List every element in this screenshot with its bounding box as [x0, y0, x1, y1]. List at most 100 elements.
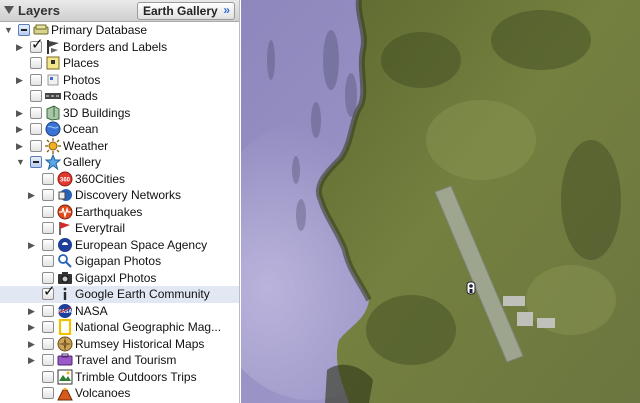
layer-checkbox[interactable]: [30, 73, 42, 86]
layer-row[interactable]: ▶ Weather: [0, 137, 239, 155]
collapsed-triangle-icon[interactable]: ▶: [16, 124, 23, 134]
layer-row[interactable]: Places: [0, 55, 239, 72]
layer-label: National Geographic Mag...: [75, 320, 222, 334]
layer-label: Weather: [63, 138, 109, 153]
esa-icon: [57, 237, 73, 253]
layers-panel-header: Layers Earth Gallery »: [0, 0, 239, 22]
layer-checkbox[interactable]: [30, 90, 42, 102]
expanded-triangle-icon[interactable]: ▼: [4, 25, 13, 35]
layer-row[interactable]: ▶ European Space Agency: [0, 237, 239, 254]
expanded-triangle-icon[interactable]: ▼: [16, 157, 25, 167]
earthquake-icon: [57, 204, 73, 220]
layer-label: European Space Agency: [75, 237, 208, 252]
layer-checkbox[interactable]: [30, 123, 42, 135]
checkmark-icon: ✓: [31, 35, 44, 53]
layer-label: Rumsey Historical Maps: [75, 336, 205, 351]
ocean-globe-icon: [45, 121, 61, 137]
layer-checkbox[interactable]: [42, 387, 54, 399]
collapsed-triangle-icon[interactable]: ▶: [16, 108, 23, 118]
layer-checkbox[interactable]: [30, 139, 42, 152]
layer-row[interactable]: Everytrail: [0, 220, 239, 237]
layer-label: Primary Database: [51, 23, 148, 37]
collapsed-triangle-icon[interactable]: ▶: [28, 240, 35, 250]
layer-checkbox[interactable]: [42, 370, 54, 383]
layer-row[interactable]: Roads: [0, 88, 239, 105]
layer-checkbox[interactable]: ✓: [42, 284, 56, 300]
layer-row[interactable]: Earthquakes: [0, 204, 239, 221]
earth-gallery-button[interactable]: Earth Gallery »: [137, 2, 235, 20]
layer-label: Roads: [63, 89, 98, 103]
collapsed-triangle-icon[interactable]: ▶: [16, 75, 23, 85]
layer-label: Earthquakes: [75, 204, 143, 219]
collapsed-triangle-icon[interactable]: ▶: [16, 42, 23, 52]
layer-checkbox[interactable]: [42, 271, 54, 284]
earth-map-view[interactable]: [241, 0, 640, 403]
layer-checkbox[interactable]: [42, 189, 54, 201]
discovery-icon: [57, 187, 73, 203]
layer-row[interactable]: ✓ Google Earth Community: [0, 284, 239, 303]
layer-row[interactable]: ▶ NASA NASA: [0, 303, 239, 320]
layer-checkbox[interactable]: [42, 205, 54, 218]
info-icon: [57, 286, 73, 302]
360cities-icon: 360: [57, 171, 73, 187]
layer-checkbox[interactable]: [42, 238, 54, 251]
layer-checkbox[interactable]: [42, 255, 54, 267]
layer-label: Volcanoes: [75, 386, 131, 400]
layer-label: 360Cities: [75, 171, 126, 186]
everytrail-icon: [57, 220, 73, 236]
layer-row[interactable]: ▶ Travel and Tourism: [0, 352, 239, 369]
layer-label: Discovery Networks: [75, 188, 182, 202]
layer-checkbox[interactable]: [42, 222, 54, 234]
layer-checkbox[interactable]: [18, 24, 30, 36]
double-chevron-right-icon: »: [223, 3, 230, 17]
layer-row[interactable]: Gigapan Photos: [0, 253, 239, 270]
collapsed-triangle-icon[interactable]: ▶: [28, 322, 35, 332]
layer-checkbox[interactable]: [30, 156, 42, 168]
layer-label: Gigapan Photos: [75, 254, 162, 268]
collapsed-triangle-icon[interactable]: ▶: [28, 306, 35, 316]
collapsed-triangle-icon[interactable]: ▶: [28, 339, 35, 349]
placemark-pin-icon[interactable]: [466, 281, 476, 295]
satellite-imagery[interactable]: [241, 0, 640, 403]
layer-row[interactable]: ▶ National Geographic Mag...: [0, 318, 239, 336]
layer-row[interactable]: ▶ Ocean: [0, 121, 239, 138]
layer-checkbox[interactable]: [42, 354, 54, 366]
collapse-triangle-icon[interactable]: [4, 6, 14, 14]
layer-row[interactable]: 360 360Cities: [0, 171, 239, 188]
layer-row[interactable]: ▼ Gallery: [0, 153, 239, 171]
layer-row[interactable]: ▶ ✓ Borders and Labels: [0, 36, 239, 56]
layer-checkbox[interactable]: [42, 337, 54, 350]
borders-flag-icon: [45, 39, 61, 55]
layer-row[interactable]: Gigapxl Photos: [0, 270, 239, 287]
layer-checkbox[interactable]: ✓: [30, 36, 44, 53]
collapsed-triangle-icon[interactable]: ▶: [16, 141, 23, 151]
layer-label: Trimble Outdoors Trips: [75, 369, 197, 384]
collapsed-triangle-icon[interactable]: ▶: [28, 190, 35, 200]
layer-row[interactable]: ▶ 3D Buildings: [0, 104, 239, 122]
layer-row[interactable]: ▶ Discovery Networks: [0, 187, 239, 204]
nasa-icon: NASA: [57, 303, 73, 319]
mixed-state-dash-icon: [21, 29, 27, 31]
layer-checkbox[interactable]: [30, 57, 42, 69]
collapsed-triangle-icon[interactable]: ▶: [28, 355, 35, 365]
weather-sun-icon: [45, 137, 61, 154]
layer-checkbox[interactable]: [42, 304, 54, 317]
trimble-icon: [57, 369, 73, 385]
layer-label: NASA: [75, 303, 108, 318]
layer-row[interactable]: ▶ Photos: [0, 72, 239, 89]
layer-row[interactable]: Trimble Outdoors Trips: [0, 369, 239, 386]
gigapxl-camera-icon: [57, 270, 73, 286]
layer-label: Gigapxl Photos: [75, 270, 157, 285]
layer-label: Everytrail: [75, 221, 126, 235]
photos-icon: [45, 72, 61, 88]
roads-icon: [45, 88, 61, 104]
layer-row[interactable]: ▶ Rumsey Historical Maps: [0, 336, 239, 353]
layer-row[interactable]: Volcanoes: [0, 385, 239, 402]
layer-checkbox[interactable]: [30, 106, 42, 119]
svg-text:360: 360: [60, 177, 71, 183]
layer-checkbox[interactable]: [42, 172, 54, 185]
layer-checkbox[interactable]: [42, 321, 54, 333]
travel-icon: [57, 352, 73, 368]
layer-label: Gallery: [63, 155, 102, 169]
mixed-state-dash-icon: [33, 161, 39, 163]
